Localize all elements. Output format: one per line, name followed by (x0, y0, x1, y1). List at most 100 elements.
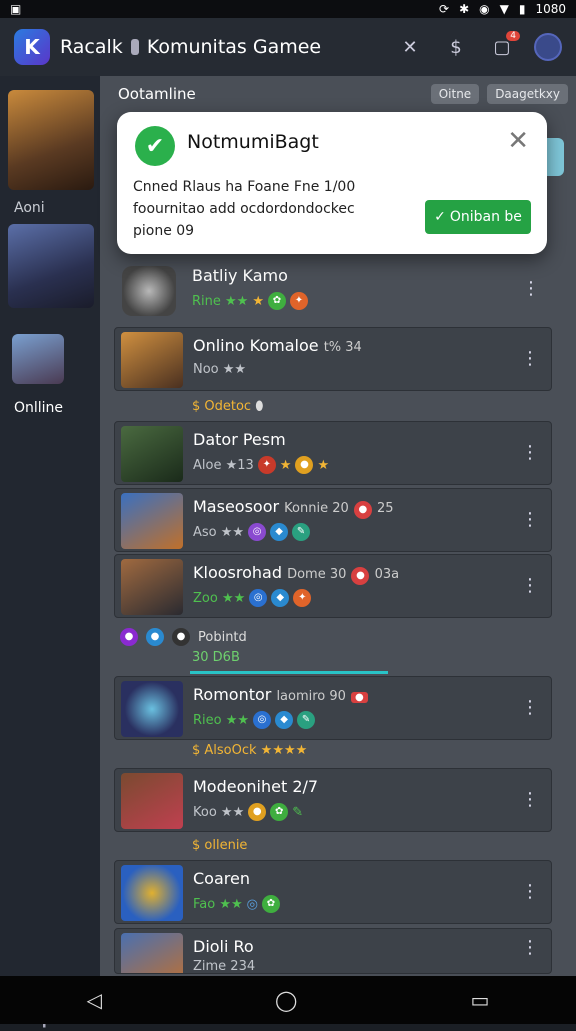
filter-label: Ootamline (118, 85, 196, 103)
filter-chip-2[interactable]: Daagetkxy (487, 84, 568, 104)
game-thumbnail (121, 559, 183, 615)
guild-icon: ◎ (249, 589, 268, 607)
app-bar: K Racalk Komunitas Gamee ✕ $ ▢ 4 (0, 18, 576, 76)
sidebar-label: Aoni (14, 200, 45, 216)
game-name: Modeonihet 2/7 (193, 777, 319, 796)
tools-icon[interactable]: ✕ (396, 33, 424, 61)
game-meta: Rine ★★ ★ ✿ ✦ (192, 292, 308, 310)
title-separator (130, 39, 139, 55)
more-icon[interactable]: ⋮ (521, 348, 539, 369)
more-icon[interactable]: ⋮ (521, 509, 539, 530)
flame-icon: ✦ (293, 589, 312, 607)
shield-icon: ◆ (270, 523, 289, 541)
list-item[interactable]: Dator Pesm Aloe ★13 ✦ ★ ● ★ ⋮ (114, 421, 552, 485)
filter-chip-1[interactable]: Oitne (430, 84, 480, 104)
more-icon[interactable]: ⋮ (521, 575, 539, 596)
guild-icon: ◎ (248, 523, 267, 541)
progress-bar (190, 671, 388, 674)
alert-icon: ● (353, 501, 372, 519)
game-meta: Fao ★★ ◎ ✿ (193, 895, 280, 913)
battery-icon: ▮ (518, 2, 526, 16)
sidebar-game-thumb-2[interactable] (8, 224, 94, 308)
shield-icon: ◆ (271, 589, 290, 607)
sidebar-game-thumb-3[interactable] (12, 334, 64, 384)
app-title: Racalk Komunitas Gamee (60, 36, 322, 58)
close-icon[interactable]: ✕ (507, 126, 529, 156)
subrow-1: $ Odetoc ⬮ (192, 399, 264, 414)
app-logo[interactable]: K (14, 29, 50, 65)
game-meta: Zoo ★★ ◎ ◆ ✦ (193, 589, 312, 607)
wifi-icon: ▼ (499, 2, 509, 16)
list-item[interactable]: Batliy Kamo Rine ★★ ★ ✿ ✦ ⋮ (114, 258, 552, 322)
notification-popup: ✔ NotmumiBagt ✕ Cnned Rlaus ha Foane Fne… (117, 112, 547, 254)
gear-icon: ✿ (270, 803, 289, 821)
notification-badge: 4 (506, 31, 520, 41)
guild-icon: ◎ (253, 711, 272, 729)
avatar[interactable] (534, 33, 562, 61)
notification-body: Cnned Rlaus ha Foane Fne 1/00 foournitao… (133, 179, 356, 239)
more-icon[interactable]: ⋮ (521, 789, 539, 810)
game-meta: Aso ★★ ◎ ◆ ✎ (193, 523, 311, 541)
more-icon[interactable]: ⋮ (521, 937, 539, 958)
game-thumbnail (121, 426, 183, 482)
list-item[interactable]: Kloosrohad Dome 30 ● 03a Zoo ★★ ◎ ◆ ✦ ⋮ (114, 554, 552, 618)
game-thumbnail (121, 773, 183, 829)
list-item[interactable]: Coaren Fao ★★ ◎ ✿ ⋮ (114, 860, 552, 924)
list-item[interactable]: Modeonihet 2/7 Koo ★★ ● ✿ ✎ ⋮ (114, 768, 552, 832)
game-meta: Noo ★★ (193, 362, 247, 377)
subrow-2: ● ● ● Pobintd (120, 628, 247, 646)
gallery-icon: ▣ (10, 2, 22, 16)
sidebar-game-thumb-1[interactable] (8, 90, 94, 190)
subrow-3: $ AlsoOck ★★★★ (192, 743, 308, 758)
check-icon: ✔ (135, 126, 175, 166)
more-icon[interactable]: ⋮ (521, 442, 539, 463)
game-meta: Rieo ★★ ◎ ◆ ✎ (193, 711, 316, 729)
sidebar-online-label[interactable]: Onlline (14, 400, 63, 416)
coin-icon: ● (248, 803, 267, 821)
more-icon[interactable]: ⋮ (521, 881, 539, 902)
game-thumbnail (121, 865, 183, 921)
game-meta: Koo ★★ ● ✿ ✎ (193, 803, 304, 821)
list-item[interactable]: Dioli Ro Zime 234 ⋮ (114, 928, 552, 974)
bluetooth-icon: ✱ (459, 2, 470, 16)
gear-icon: ✿ (262, 895, 280, 913)
game-name: Kloosrohad Dome 30 ● 03a (193, 563, 399, 585)
status-time: 1080 (535, 2, 566, 16)
subrow-2b: 30 D6B (192, 650, 240, 665)
game-thumbnail (121, 493, 183, 549)
notification-action-button[interactable]: ✓ Oniban be (425, 200, 531, 234)
game-name: Dioli Ro (193, 937, 254, 956)
notifications-icon[interactable]: ▢ 4 (488, 31, 520, 61)
notification-title: NotmumiBagt (187, 131, 319, 153)
leaf-icon: ✎ (297, 711, 316, 729)
home-icon[interactable]: ◯ (275, 988, 297, 1012)
orb-icon: ● (172, 628, 190, 646)
alarm-icon: ◉ (479, 2, 490, 16)
game-meta: Zime 234 (193, 959, 256, 974)
status-bar: ▣ ⟳ ✱ ◉ ▼ ▮ 1080 (0, 0, 576, 18)
more-icon[interactable]: ⋮ (521, 697, 539, 718)
navigation-bar: ◁ ◯ ▭ (0, 976, 576, 1024)
more-icon[interactable]: ⋮ (522, 278, 540, 299)
alert-icon: ● (351, 567, 370, 585)
star-icon: ★ (252, 293, 264, 309)
game-name: Dator Pesm (193, 430, 286, 449)
game-thumbnail (121, 933, 183, 973)
game-meta: Aloe ★13 ✦ ★ ● ★ (193, 456, 330, 474)
back-icon[interactable]: ◁ (87, 988, 102, 1012)
game-name: Onlino Komaloe t% 34 (193, 336, 362, 355)
currency-icon[interactable]: $ (442, 33, 470, 61)
flame-icon: ✦ (289, 292, 308, 310)
gear-icon: ✿ (267, 292, 286, 310)
orb-icon: ● (120, 628, 138, 646)
list-item[interactable]: Romontor laomiro 90 ● Rieo ★★ ◎ ◆ ✎ ⋮ (114, 676, 552, 740)
orb-icon: ● (146, 628, 164, 646)
sync-icon: ⟳ (439, 2, 450, 16)
recents-icon[interactable]: ▭ (471, 988, 490, 1012)
sidebar: Aoni Onlline ⚲ (0, 76, 100, 1031)
game-thumbnail (121, 681, 183, 737)
game-name: Batliy Kamo (192, 266, 288, 285)
list-item[interactable]: Maseosoor Konnie 20 ● 25 Aso ★★ ◎ ◆ ✎ ⋮ (114, 488, 552, 552)
badge-icon: ✦ (257, 456, 276, 474)
list-item[interactable]: Onlino Komaloe t% 34 Noo ★★ ⋮ (114, 327, 552, 391)
